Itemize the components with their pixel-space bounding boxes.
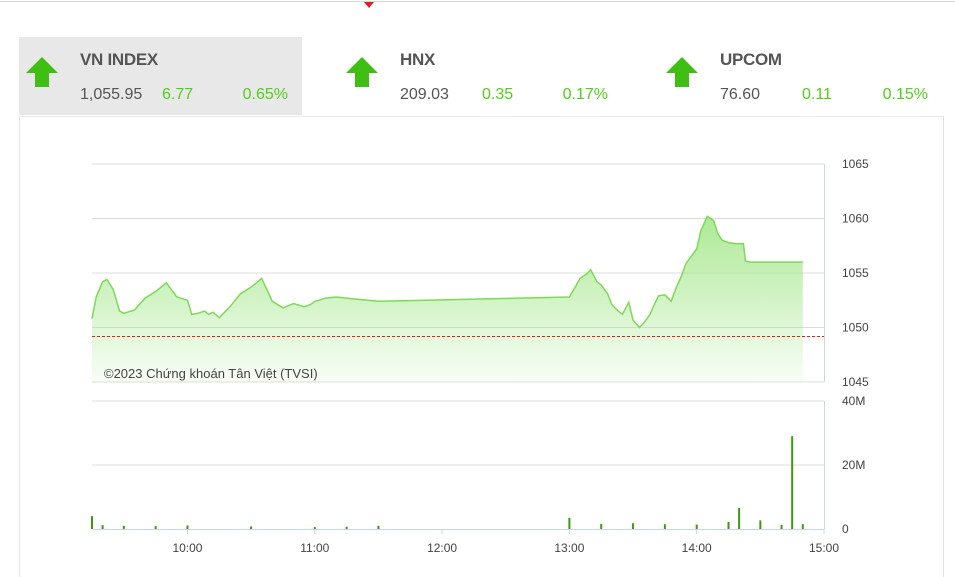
- index-chart: 1045 1050 1055 1060 1065 0 20M 40M 10:00 11:00 12:…: [91, 157, 869, 555]
- volume-bar: [186, 525, 189, 529]
- volume-bar: [250, 526, 253, 529]
- price-tick-label: 1065: [842, 157, 869, 171]
- volume-bar: [738, 507, 741, 529]
- volume-tick-label: 40M: [842, 394, 865, 408]
- copyright-annotation: ©2023 Chứng khoán Tân Việt (TVSI): [104, 366, 318, 381]
- volume-bar: [632, 523, 635, 529]
- price-series: [91, 215, 824, 382]
- x-tick-label: 12:00: [427, 541, 457, 555]
- volume-bar: [663, 524, 666, 529]
- volume-bar: [791, 436, 794, 529]
- price-tick-label: 1055: [842, 266, 869, 280]
- volume-bar: [101, 525, 104, 529]
- x-tick-label: 14:00: [682, 541, 712, 555]
- volume-bar: [695, 524, 698, 529]
- x-tick-label: 11:00: [300, 541, 329, 555]
- volume-bar: [600, 523, 603, 529]
- volume-bar: [345, 526, 348, 529]
- volume-bar: [91, 516, 93, 529]
- x-tick-label: 10:00: [172, 541, 202, 555]
- volume-tick-label: 20M: [842, 458, 865, 472]
- price-tick-label: 1050: [842, 321, 869, 335]
- volume-bar: [727, 521, 730, 529]
- volume-bar: [780, 524, 783, 529]
- volume-bar: [154, 526, 157, 529]
- volume-bar: [313, 527, 316, 529]
- x-tick-label: 13:00: [554, 541, 584, 555]
- price-tick-label: 1045: [842, 375, 869, 389]
- volume-bar: [377, 525, 380, 529]
- volume-bar: [568, 517, 571, 529]
- volume-bar: [759, 520, 762, 529]
- volume-bar: [801, 524, 804, 529]
- volume-tick-label: 0: [842, 522, 849, 536]
- volume-series: [91, 436, 804, 529]
- x-tick-label: 15:00: [809, 541, 839, 555]
- volume-bar: [122, 525, 125, 529]
- price-tick-label: 1060: [842, 212, 869, 226]
